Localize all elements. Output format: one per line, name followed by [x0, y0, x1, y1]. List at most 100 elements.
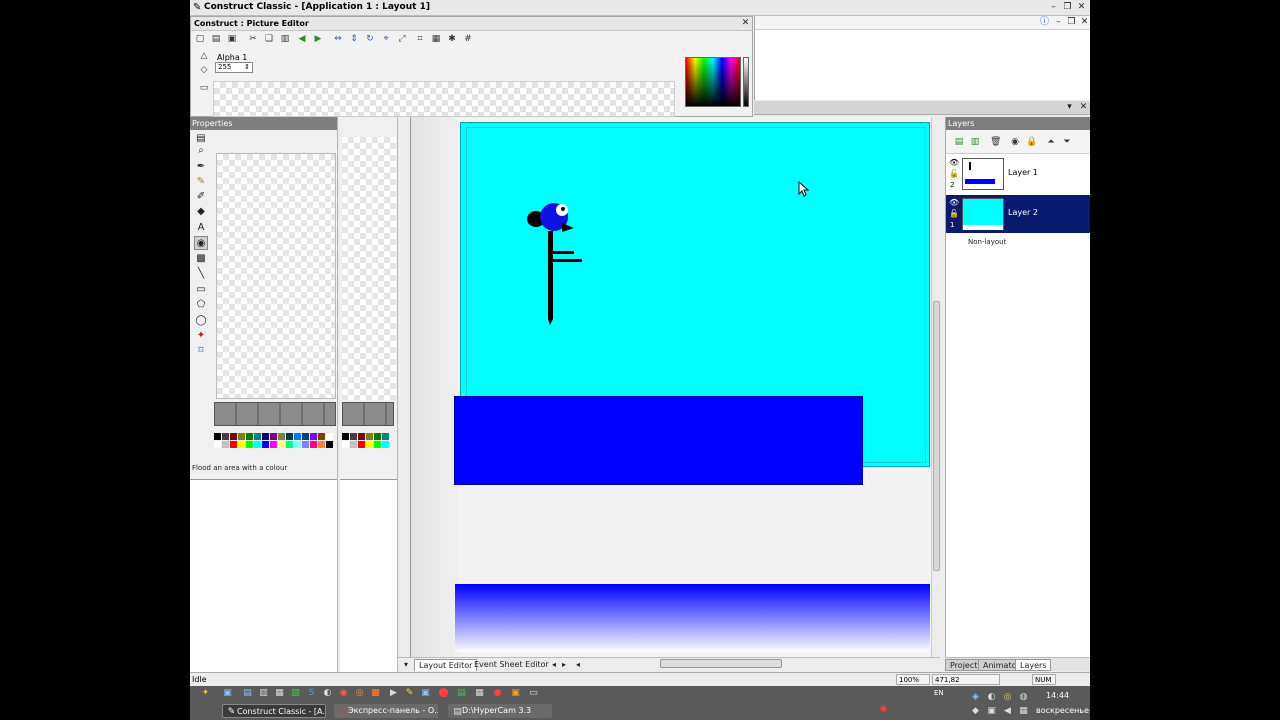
palette-swatch[interactable] [270, 433, 277, 440]
spray-tool-icon[interactable]: ▩ [194, 252, 208, 266]
layer-visibility-icon[interactable]: ◉ [1010, 137, 1020, 147]
palette-swatch[interactable] [262, 433, 269, 440]
eraser-tool-icon[interactable]: ◆ [194, 205, 208, 219]
hotspot-icon[interactable]: ⌗ [415, 34, 425, 44]
palette-swatch[interactable] [366, 441, 373, 448]
quicklaunch-icon-4[interactable]: ▥ [258, 688, 269, 699]
palette-swatch[interactable] [318, 433, 325, 440]
brightness-slider[interactable] [743, 57, 749, 107]
palette-swatch[interactable] [222, 433, 229, 440]
palette-swatch[interactable] [214, 433, 221, 440]
palette-swatch[interactable] [270, 441, 277, 448]
secondary-frame-strip[interactable] [342, 402, 394, 426]
palette-swatch[interactable] [342, 433, 349, 440]
quicklaunch-icon-16[interactable]: ▤ [456, 688, 467, 699]
task-hypercam[interactable]: D:\HyperCam 3.3 [448, 704, 552, 718]
vertical-scrollbar[interactable] [931, 117, 940, 657]
palette-swatch[interactable] [294, 441, 301, 448]
palette-swatch[interactable] [366, 433, 373, 440]
insert-layer-icon[interactable]: ▥ [970, 137, 980, 147]
quicklaunch-icon-8[interactable]: ◐ [322, 688, 333, 699]
quicklaunch-icon-17[interactable]: ▦ [474, 688, 485, 699]
quicklaunch-icon-3[interactable]: ▤ [242, 688, 253, 699]
palette-swatch[interactable] [374, 433, 381, 440]
tray-icon-5[interactable]: ◆ [970, 706, 981, 717]
resize-icon[interactable]: ⤢ [397, 34, 407, 44]
move-layer-up-icon[interactable]: ⏶ [1046, 137, 1056, 147]
layer-lock-icon[interactable]: 🔒 [1026, 137, 1037, 147]
shape-tool-icon[interactable]: △ [199, 51, 209, 61]
delete-layer-icon[interactable]: 🗑 [990, 137, 1001, 147]
layout-dropdown-icon[interactable]: ▾ [1064, 102, 1075, 113]
task-construct-classic[interactable]: Construct Classic - [A... [222, 704, 326, 718]
quicklaunch-icon-2[interactable]: ▣ [222, 688, 233, 699]
brush-tool-icon[interactable]: ✐ [194, 190, 208, 204]
palette-swatch[interactable] [350, 441, 357, 448]
undo-icon[interactable]: ◀ [297, 34, 307, 44]
quicklaunch-icon-12[interactable]: ▶ [388, 688, 399, 699]
quicklaunch-icon-15[interactable]: ⬤ [438, 688, 449, 699]
color-picker[interactable] [685, 57, 741, 107]
quicklaunch-icon-19[interactable]: ▣ [510, 688, 521, 699]
eyedropper-tool-icon[interactable]: ✒ [194, 160, 208, 174]
maximize-icon[interactable]: ❐ [1062, 2, 1073, 13]
network-icon[interactable]: ▦ [1018, 706, 1029, 717]
tray-icon-4[interactable]: ◍ [1018, 692, 1029, 703]
quicklaunch-icon-13[interactable]: ✎ [404, 688, 415, 699]
volume-icon[interactable]: ◀ [1002, 706, 1013, 717]
secondary-canvas[interactable] [342, 137, 396, 400]
redo-icon[interactable]: ▶ [313, 34, 323, 44]
palette-swatch[interactable] [278, 433, 285, 440]
palette-swatch[interactable] [254, 433, 261, 440]
pencil-tool-icon[interactable]: ✎ [194, 175, 208, 189]
palette-swatch[interactable] [262, 441, 269, 448]
frame-strip[interactable] [214, 402, 336, 426]
language-indicator[interactable]: EN [934, 689, 944, 697]
animation-frame-canvas[interactable] [216, 153, 336, 399]
quicklaunch-icon-20[interactable]: ▭ [528, 688, 539, 699]
palette-swatch[interactable] [374, 441, 381, 448]
quicklaunch-icon-1[interactable]: ✦ [200, 688, 211, 699]
quicklaunch-icon-10[interactable]: ◎ [354, 688, 365, 699]
palette-swatch[interactable] [302, 441, 309, 448]
save-icon[interactable]: ▣ [227, 34, 237, 44]
gradient-object[interactable] [455, 584, 930, 652]
tab-layers[interactable]: Layers [1015, 659, 1052, 671]
task-opera[interactable]: Экспресс-панель - О... [334, 704, 438, 718]
layer-row-layer-1[interactable]: 👁 🔓 2 Layer 1 [946, 155, 1090, 193]
tab-next-icon[interactable]: ▸ [558, 659, 570, 671]
rect-select-tool-icon[interactable]: ▭ [199, 83, 209, 93]
hotspot-tool-icon[interactable]: ✦ [194, 329, 208, 343]
layer-row-layer-2[interactable]: 👁 🔓 1 Layer 2 [946, 195, 1090, 233]
palette-swatch[interactable] [278, 441, 285, 448]
secondary-color-palette[interactable] [342, 433, 394, 449]
palette-swatch[interactable] [254, 441, 261, 448]
quicklaunch-icon-7[interactable]: S [306, 688, 317, 699]
alpha-value-field[interactable]: 255 ⇕ [215, 62, 253, 73]
scroll-left-icon[interactable]: ◂ [572, 659, 584, 671]
palette-swatch[interactable] [286, 441, 293, 448]
palette-swatch[interactable] [286, 433, 293, 440]
text-tool-icon[interactable]: A [194, 221, 208, 235]
rotate-icon[interactable]: ↻ [365, 34, 375, 44]
palette-swatch[interactable] [230, 441, 237, 448]
palette-swatch[interactable] [246, 441, 253, 448]
quicklaunch-icon-11[interactable]: ▩ [370, 688, 381, 699]
lasso-tool-icon[interactable]: ◇ [199, 65, 209, 75]
ellipse-tool-icon[interactable]: ◯ [194, 314, 208, 328]
tray-icon-2[interactable]: ◐ [986, 692, 997, 703]
palette-swatch[interactable] [326, 433, 333, 440]
palette-swatch[interactable] [358, 433, 365, 440]
palette-swatch[interactable] [302, 433, 309, 440]
clock[interactable]: 14:44 [1046, 691, 1069, 700]
quicklaunch-icon-6[interactable]: ▧ [290, 688, 301, 699]
cut-icon[interactable]: ✂ [248, 34, 258, 44]
palette-swatch[interactable] [230, 433, 237, 440]
lock-icon[interactable]: 🔓 [949, 169, 959, 178]
picture-editor-canvas[interactable] [213, 81, 675, 117]
layout-editor[interactable] [410, 117, 940, 657]
tab-scroll-down-icon[interactable]: ▾ [400, 659, 412, 671]
line-tool-icon[interactable]: ╲ [194, 267, 208, 281]
rectangle-tool-icon[interactable]: ▭ [194, 283, 208, 297]
help-icon[interactable]: ⓘ [1039, 17, 1050, 28]
